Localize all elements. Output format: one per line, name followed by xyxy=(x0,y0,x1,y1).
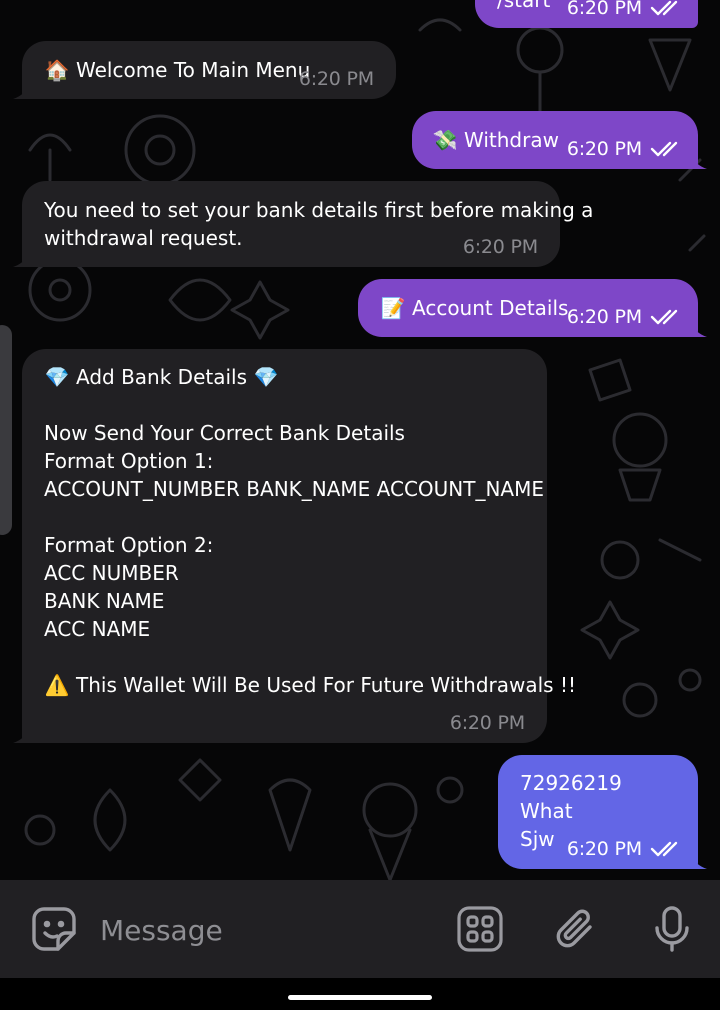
warning-emoji-icon: ⚠️ xyxy=(44,673,70,697)
paperclip-icon[interactable] xyxy=(551,904,601,954)
message-text-line: ACCOUNT_NUMBER BANK_NAME ACCOUNT_NAME xyxy=(44,477,545,501)
message-meta: 6:20 PM xyxy=(567,0,684,22)
bubble-tail xyxy=(689,321,707,337)
message-text: Account Details xyxy=(412,296,569,320)
bubble-tail xyxy=(689,853,707,869)
message-input[interactable] xyxy=(98,904,422,956)
message-text-line: ACC NAME xyxy=(44,617,151,641)
grid-icon[interactable] xyxy=(455,904,505,954)
message-time: 6:20 PM xyxy=(566,0,642,19)
message-bubble-start-command[interactable]: /start 6:20 PM xyxy=(475,0,698,28)
message-composer xyxy=(0,880,720,978)
double-check-icon xyxy=(650,309,678,325)
message-time: 6:20 PM xyxy=(566,838,642,860)
message-warning: This Wallet Will Be Used For Future With… xyxy=(76,673,576,697)
message-bubble-bank-notice[interactable]: You need to set your bank details first … xyxy=(13,181,593,267)
message-time: 6:20 PM xyxy=(566,306,642,328)
message-meta: 6:20 PM xyxy=(450,709,525,737)
money-with-wings-emoji-icon: 💸 xyxy=(432,128,458,152)
message-text: /start xyxy=(497,0,551,12)
message-text-line: 72926219 xyxy=(520,771,622,795)
message-bubble-account-details[interactable]: 📝 Account Details 6:20 PM xyxy=(358,279,707,337)
message-time: 6:20 PM xyxy=(462,236,538,258)
double-check-icon xyxy=(650,141,678,157)
system-navigation-bar xyxy=(0,978,720,1010)
chat-screen: /start 6:20 PM 🏠 Welcome To Main Menu 6:2… xyxy=(0,0,720,1010)
message-time: 6:20 PM xyxy=(566,138,642,160)
microphone-icon[interactable] xyxy=(647,904,697,954)
memo-emoji-icon: 📝 xyxy=(380,296,406,320)
message-meta: 6:20 PM xyxy=(299,65,374,93)
bubble-tail xyxy=(689,153,707,169)
message-text-line: Now Send Your Correct Bank Details xyxy=(44,421,405,445)
house-emoji-icon: 🏠 xyxy=(44,58,70,82)
message-text-line: ACC NUMBER xyxy=(44,561,179,585)
message-text-line: What xyxy=(520,799,573,823)
bubble-tail xyxy=(13,727,31,743)
double-check-icon xyxy=(650,841,678,857)
message-title-line: 💎 Add Bank Details 💎 xyxy=(44,363,576,391)
message-time: 6:20 PM xyxy=(449,712,525,734)
message-bubble-bank-reply[interactable]: 72926219 What Sjw 6:20 PM xyxy=(498,755,707,869)
home-indicator[interactable] xyxy=(288,995,432,1000)
message-bubble-add-bank-details[interactable]: 💎 Add Bank Details 💎 Now Send Your Correc… xyxy=(13,349,576,743)
message-text: Withdraw xyxy=(464,128,559,152)
message-text-line: BANK NAME xyxy=(44,589,165,613)
double-check-icon xyxy=(650,0,678,16)
message-bubble-welcome[interactable]: 🏠 Welcome To Main Menu 6:20 PM xyxy=(13,41,396,99)
message-meta: 6:20 PM xyxy=(567,835,684,863)
gem-emoji-icon: 💎 xyxy=(253,365,279,389)
sticker-smile-icon[interactable] xyxy=(29,904,79,954)
message-title: Add Bank Details xyxy=(76,365,248,389)
gem-emoji-icon: 💎 xyxy=(44,365,70,389)
message-text-line: Format Option 1: xyxy=(44,449,214,473)
bubble-tail xyxy=(13,251,31,267)
bubble-tail xyxy=(13,83,31,99)
message-text: Welcome To Main Menu xyxy=(76,58,311,82)
message-time: 6:20 PM xyxy=(298,68,374,90)
message-warning-line: ⚠️ This Wallet Will Be Used For Future Wi… xyxy=(44,671,576,699)
message-text-line: Format Option 2: xyxy=(44,533,214,557)
message-meta: 6:20 PM xyxy=(567,303,684,331)
message-text-line: You need to set your bank details first … xyxy=(44,198,594,222)
message-bubble-withdraw[interactable]: 💸 Withdraw 6:20 PM xyxy=(412,111,707,169)
side-edge-panel-handle[interactable] xyxy=(0,325,12,535)
message-meta: 6:20 PM xyxy=(567,135,684,163)
message-meta: 6:20 PM xyxy=(463,233,538,261)
